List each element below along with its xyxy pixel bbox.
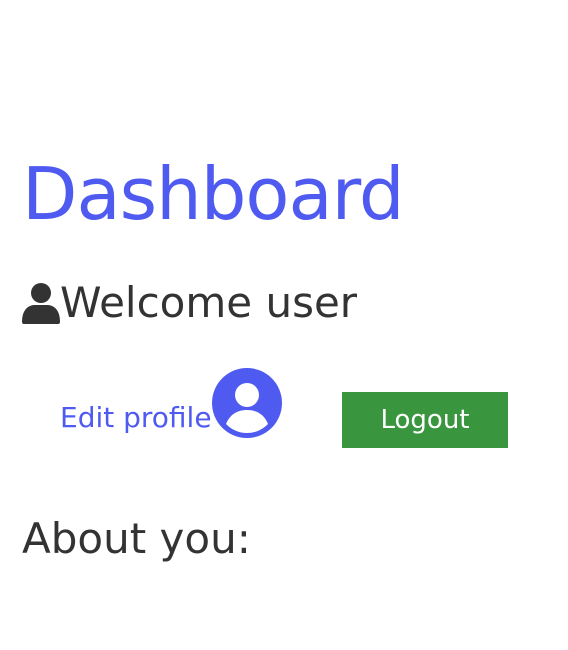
user-icon	[22, 283, 60, 324]
welcome-heading: Welcome user	[22, 282, 357, 324]
user-circle-icon[interactable]	[212, 368, 282, 438]
page-title: Dashboard	[22, 152, 405, 236]
logout-button[interactable]: Logout	[342, 392, 508, 448]
edit-profile-link[interactable]: Edit profile	[60, 404, 212, 432]
welcome-text: Welcome user	[60, 278, 358, 327]
about-heading: About you:	[22, 514, 251, 563]
